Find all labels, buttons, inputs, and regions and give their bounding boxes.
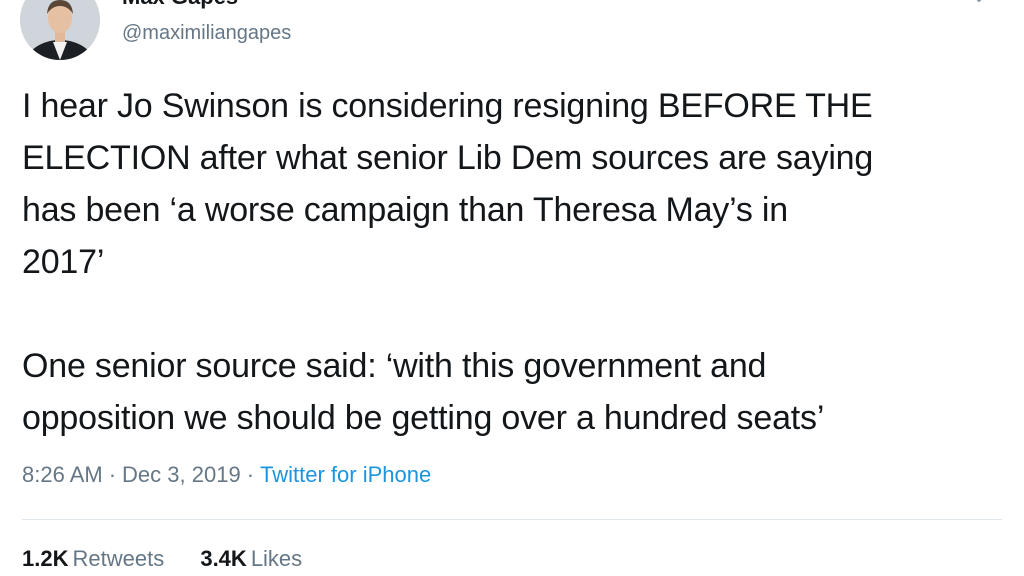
divider: [22, 519, 1002, 520]
tweet-date[interactable]: Dec 3, 2019: [122, 462, 241, 487]
retweets-label: Retweets: [72, 546, 165, 571]
tweet-source-link[interactable]: Twitter for iPhone: [260, 462, 431, 487]
likes-stat[interactable]: 3.4K Likes: [200, 546, 302, 572]
tweet-text: I hear Jo Swinson is considering resigni…: [22, 80, 1012, 444]
tweet-time[interactable]: 8:26 AM: [22, 462, 103, 487]
likes-label: Likes: [250, 546, 303, 571]
avatar-image: [20, 0, 100, 60]
chevron-down-icon[interactable]: [968, 0, 990, 8]
tweet-stats: 1.2K Retweets 3.4K Likes: [22, 546, 332, 572]
retweets-count: 1.2K: [22, 546, 69, 571]
meta-separator: ·: [246, 462, 255, 487]
author-name[interactable]: Max Gapes: [122, 0, 238, 10]
tweet-meta: 8:26 AM · Dec 3, 2019 · Twitter for iPhone: [22, 462, 431, 488]
avatar[interactable]: [20, 0, 100, 60]
retweets-stat[interactable]: 1.2K Retweets: [22, 546, 164, 572]
tweet-paragraph: I hear Jo Swinson is considering resigni…: [22, 87, 874, 281]
tweet-card: Max Gapes @maximiliangapes I hear Jo Swi…: [0, 0, 1024, 576]
author-handle[interactable]: @maximiliangapes: [122, 22, 291, 45]
likes-count: 3.4K: [200, 546, 247, 571]
tweet-paragraph: One senior source said: ‘with this gover…: [22, 347, 825, 437]
meta-separator: ·: [108, 462, 117, 487]
